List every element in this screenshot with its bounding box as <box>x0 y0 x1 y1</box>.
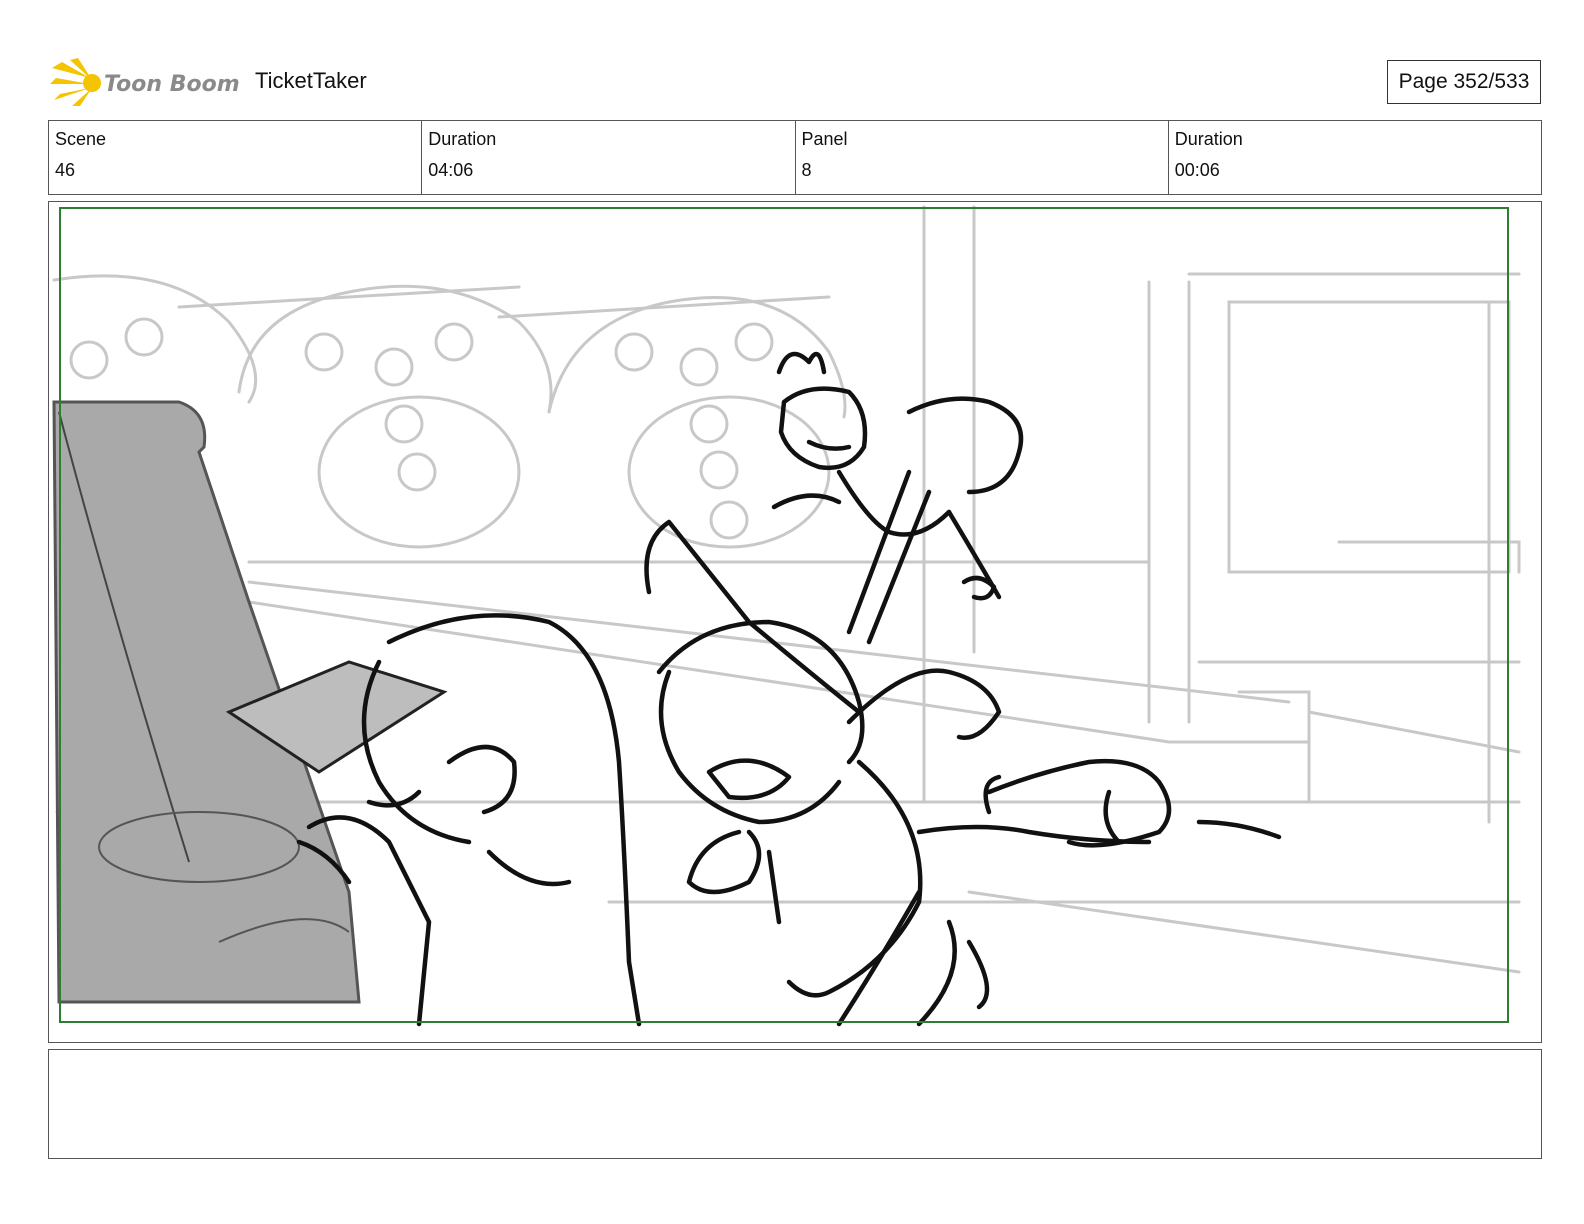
panel-cell: Panel 8 <box>796 121 1169 194</box>
scene-cell: Scene 46 <box>49 121 423 194</box>
panel-value: 8 <box>801 160 812 180</box>
scene-duration-value: 04:06 <box>428 160 474 180</box>
panel-duration-label: Duration <box>1174 129 1243 149</box>
panel-duration-cell: Duration 00:06 <box>1169 121 1541 194</box>
logo-burst-icon: Toon Boom <box>50 58 240 106</box>
logo-text: Toon Boom <box>104 72 240 97</box>
info-table: Scene 46 Duration 04:06 Panel 8 Duration… <box>48 120 1542 195</box>
project-title: TicketTaker <box>255 68 367 93</box>
panel-duration-value: 00:06 <box>1174 160 1220 180</box>
scene-duration-label: Duration <box>428 129 497 149</box>
panel-label: Panel <box>801 129 848 149</box>
notes-box <box>48 1049 1542 1159</box>
scene-value: 46 <box>55 160 76 180</box>
page-number: Page 352/533 <box>1387 60 1541 104</box>
toon-boom-logo: Toon Boom <box>50 56 240 108</box>
scene-label: Scene <box>55 129 107 149</box>
scene-duration-cell: Duration 04:06 <box>422 121 796 194</box>
storyboard-sketch <box>52 205 1521 1027</box>
storyboard-panel <box>48 201 1542 1043</box>
character-sketches <box>296 351 1282 1027</box>
